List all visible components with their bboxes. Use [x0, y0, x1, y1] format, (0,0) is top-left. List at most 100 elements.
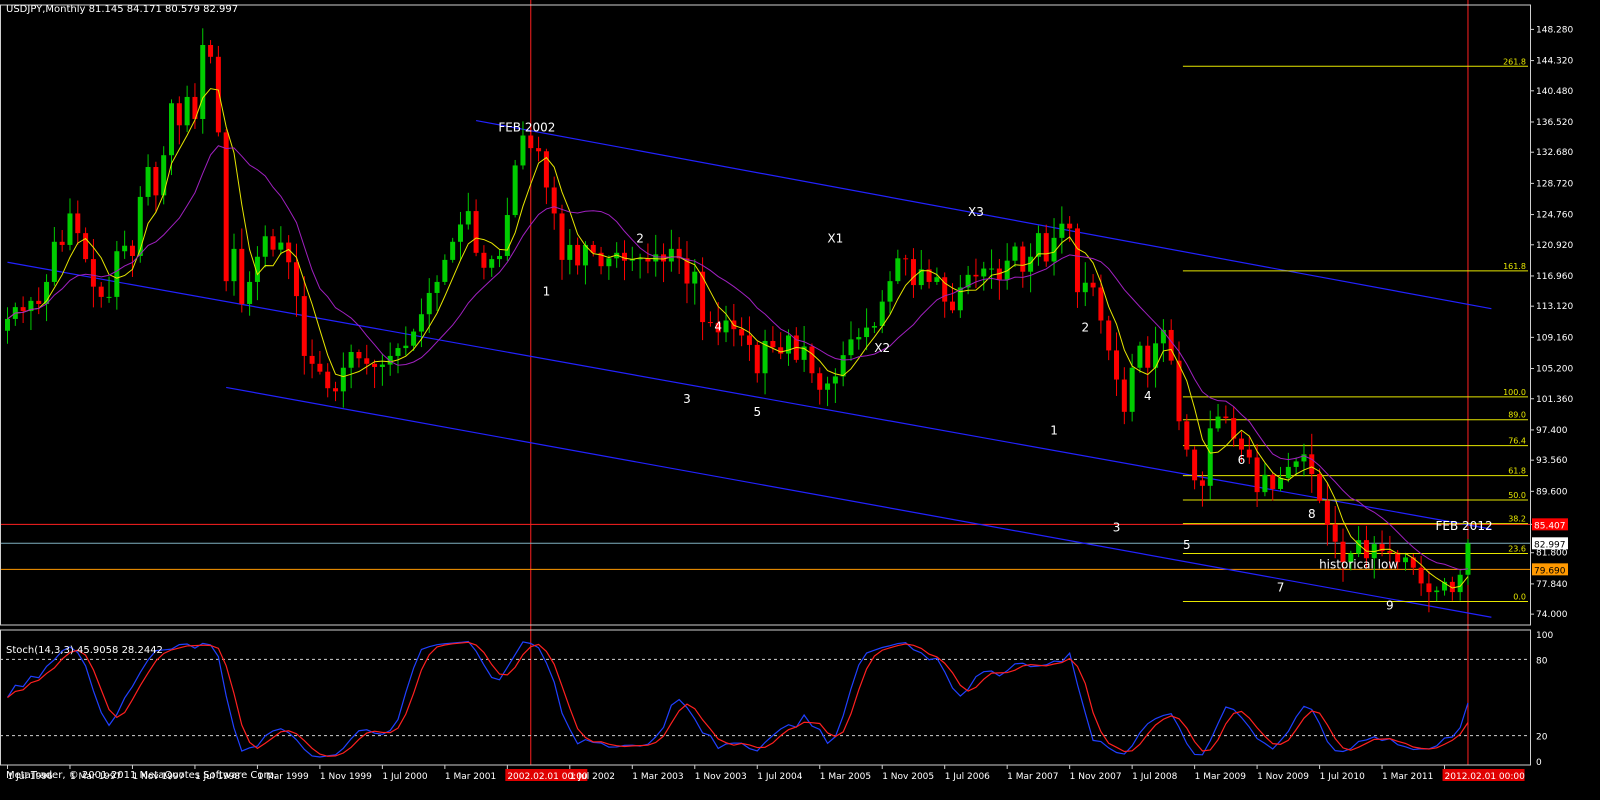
candle: [379, 353, 385, 386]
candle: [957, 274, 963, 318]
candle-body: [934, 277, 940, 282]
time-tick-label: 1 Mar 2007: [1007, 772, 1058, 782]
candle-body: [278, 242, 284, 250]
stochastic-values: 45.9058 28.2442: [77, 645, 163, 656]
candle-body: [379, 364, 385, 367]
candle: [1340, 528, 1346, 582]
candle-body: [567, 244, 573, 260]
candle-body: [770, 340, 776, 348]
candle-body: [1098, 287, 1104, 321]
candle: [1246, 436, 1252, 464]
time-tick-label: 1 Nov 1999: [320, 772, 372, 782]
candle: [700, 257, 706, 341]
candle-body: [1465, 543, 1471, 575]
symbol-label: USDJPY,Monthly: [6, 4, 86, 15]
candle-body: [950, 301, 956, 311]
fib-level-label: 76.4: [1508, 437, 1526, 446]
price-tick-label: 120.920: [1536, 241, 1573, 251]
candle-body: [1317, 474, 1323, 501]
candle: [83, 227, 89, 263]
price-pane[interactable]: 261.8 161.8 100.0 89.0 76.4 61.8 50.0 38.2 23.6 0…: [0, 0, 1530, 765]
wave-annotation: historical low: [1319, 557, 1398, 571]
wave-annotation: 2: [636, 232, 644, 246]
fib-level-label: 89.0: [1508, 411, 1526, 420]
candle-body: [551, 187, 557, 214]
candle: [1285, 452, 1291, 483]
candle-body: [372, 363, 378, 367]
candle: [1270, 472, 1276, 501]
candle-body: [356, 351, 362, 359]
candle: [239, 228, 245, 313]
candle-body: [411, 331, 417, 346]
candle: [1035, 225, 1041, 266]
candle-body: [75, 213, 81, 234]
candle-body: [528, 135, 534, 149]
wave-annotation: 9: [1386, 598, 1394, 612]
candle-body: [512, 165, 518, 216]
candle-body: [161, 155, 167, 196]
time-tick-label: 1 Mar 2005: [820, 772, 871, 782]
wave-annotation: 1: [543, 284, 551, 298]
candle-body: [231, 248, 237, 282]
time-tick-label: 1 Jul 2002: [570, 772, 615, 782]
time-tick-label: 1 Mar 2011: [1382, 772, 1433, 782]
stochastic-name: Stoch(14,3,3): [6, 645, 74, 656]
candle: [918, 249, 924, 290]
price-tick-label: 97.400: [1536, 426, 1568, 436]
candle: [778, 332, 784, 360]
candle: [122, 230, 128, 259]
candle: [676, 237, 682, 274]
candle-body: [333, 388, 339, 392]
price-tick-label: 77.840: [1536, 580, 1568, 590]
fib-level-label: 23.6: [1508, 545, 1526, 554]
stochastic-pane[interactable]: [0, 640, 1530, 758]
candle-body: [840, 355, 846, 377]
candle-body: [1137, 345, 1143, 368]
candle-body: [1387, 551, 1393, 553]
candle-body: [1012, 246, 1018, 261]
candle-body: [426, 292, 432, 315]
candle: [129, 240, 135, 277]
candle-body: [895, 258, 901, 282]
time-tick-label: 1 Mar 2001: [445, 772, 496, 782]
candle-body: [871, 326, 877, 328]
wave-annotation: X1: [827, 232, 843, 246]
candle-body: [418, 314, 424, 332]
candle: [598, 246, 604, 275]
candle: [231, 233, 237, 296]
time-tick-label: 1 Nov 2007: [1070, 772, 1122, 782]
candle: [1223, 405, 1229, 424]
candle-body: [692, 271, 698, 284]
candle: [1324, 482, 1330, 546]
candle-body: [1176, 360, 1182, 422]
wave-annotation: 3: [683, 392, 691, 406]
candle: [286, 235, 292, 280]
candle-body: [543, 151, 549, 188]
candle-body: [754, 344, 760, 374]
time-tick-label: 1 Jul 2000: [382, 772, 427, 782]
candle: [184, 85, 190, 133]
time-tick-label: 1 Nov 2009: [1257, 772, 1309, 782]
candle: [910, 248, 916, 298]
price-tick-label: 109.160: [1536, 333, 1573, 343]
wave-annotation: FEB 2012: [1436, 519, 1493, 533]
candle: [1153, 326, 1159, 388]
candle-body: [51, 241, 57, 282]
candle: [457, 211, 463, 260]
candle-body: [325, 371, 331, 389]
candle-body: [864, 327, 870, 338]
candle-body: [317, 363, 323, 372]
candle-body: [1434, 590, 1440, 593]
price-tick-label: 74.000: [1536, 610, 1568, 620]
ohlc-values: 81.145 84.171 80.579 82.997: [88, 4, 239, 15]
candle: [395, 343, 401, 374]
chart-canvas[interactable]: 261.8161.8100.089.076.461.850.038.223.60…: [0, 0, 1600, 800]
candle-body: [879, 301, 885, 327]
candle-body: [1293, 461, 1299, 467]
price-tick-label: 136.520: [1536, 118, 1573, 128]
candle: [723, 305, 729, 343]
candle: [1028, 243, 1034, 293]
candle-body: [809, 346, 815, 374]
candle-body: [481, 252, 487, 268]
candle: [340, 352, 346, 408]
